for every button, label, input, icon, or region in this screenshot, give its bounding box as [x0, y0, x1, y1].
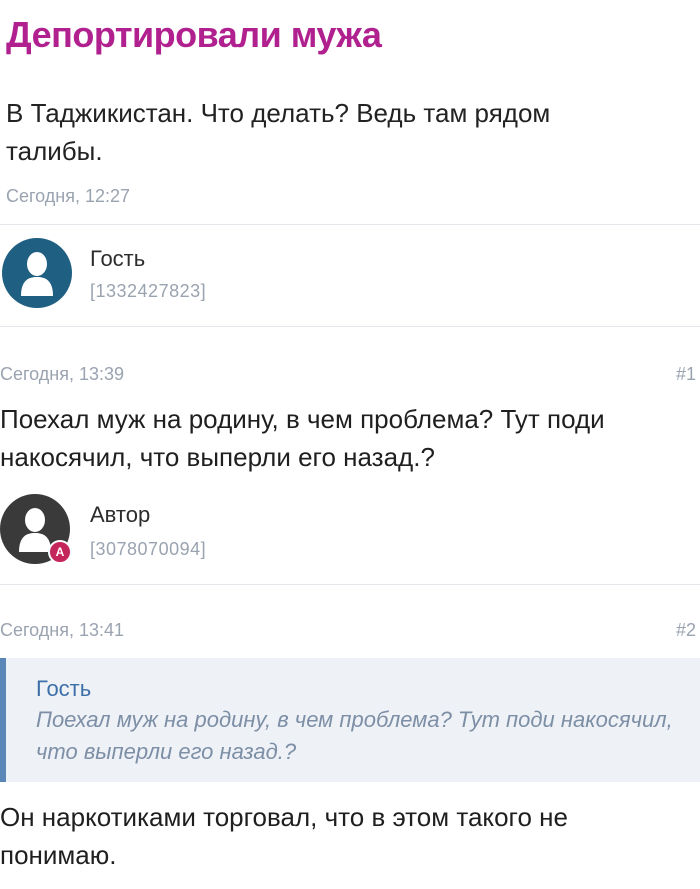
divider: [0, 224, 700, 225]
divider: [0, 326, 700, 327]
comment-text-line: Поехал муж на родину, в чем проблема? Ту…: [0, 404, 605, 434]
user-silhouette-icon: [21, 252, 53, 296]
quote-block: Гость Поехал муж на родину, в чем пробле…: [0, 658, 700, 782]
comment-number[interactable]: #1: [650, 364, 696, 385]
comment-text-line: накосячил, что выперли его назад.?: [0, 442, 435, 472]
divider: [0, 584, 700, 585]
topic-author-name[interactable]: Гость: [90, 246, 145, 272]
author-badge: A: [48, 540, 72, 564]
guest-avatar[interactable]: [2, 238, 72, 308]
topic-title: Депортировали мужа: [6, 14, 382, 55]
quote-author[interactable]: Гость: [36, 676, 91, 702]
comment-author-id: [3078070094]: [90, 539, 207, 559]
topic-author-id: [1332427823]: [90, 281, 207, 301]
comment-text-line: понимаю.: [0, 840, 117, 870]
comment-timestamp: Сегодня, 13:41: [0, 620, 125, 640]
topic-timestamp: Сегодня, 12:27: [6, 186, 131, 206]
comment-author-name[interactable]: Автор: [90, 502, 150, 528]
quote-text: Поехал муж на родину, в чем проблема? Ту…: [36, 707, 673, 764]
comment-timestamp: Сегодня, 13:39: [0, 364, 125, 384]
topic-body: В Таджикистан. Что делать? Ведь там рядо…: [6, 98, 551, 166]
comment-number[interactable]: #2: [650, 620, 696, 641]
comment-text-line: Он наркотиками торговал, что в этом тако…: [0, 802, 568, 832]
